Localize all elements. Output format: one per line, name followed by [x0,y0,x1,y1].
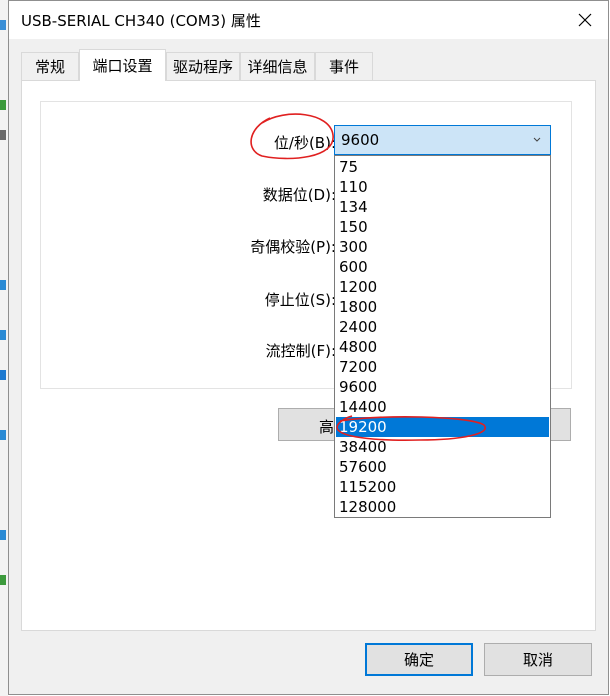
background-icon [0,100,6,110]
window-title: USB-SERIAL CH340 (COM3) 属性 [21,12,261,30]
background-icon [0,370,6,380]
flow-control-label: 流控制(F): [265,342,336,360]
close-icon [578,13,592,27]
baud-rate-option[interactable]: 150 [336,217,549,237]
baud-rate-option[interactable]: 57600 [336,457,549,477]
chevron-down-icon [533,137,541,142]
background-icon [0,280,6,290]
baud-rate-option[interactable]: 19200 [336,417,549,437]
baud-rate-option[interactable]: 75 [336,157,549,177]
background-window-strip [0,0,8,696]
background-icon [0,530,6,540]
baud-rate-option[interactable]: 2400 [336,317,549,337]
baud-rate-option[interactable]: 14400 [336,397,549,417]
baud-rate-option[interactable]: 134 [336,197,549,217]
stop-bits-label: 停止位(S): [264,291,336,309]
ok-button[interactable]: 确定 [365,643,473,676]
tab-general[interactable]: 常规 [21,52,79,80]
tab-details[interactable]: 详细信息 [240,52,315,80]
baud-rate-dropdown-list: 75 110 134 150 300 600 1200 1800 2400 4800 7200 960… [334,155,551,518]
data-bits-label: 数据位(D): [262,186,336,204]
baud-rate-value: 9600 [341,131,380,149]
title-bar: USB-SERIAL CH340 (COM3) 属性 [9,1,608,39]
baud-rate-option[interactable]: 128000 [336,497,549,517]
tab-events[interactable]: 事件 [315,52,373,80]
baud-rate-option[interactable]: 600 [336,257,549,277]
baud-rate-option[interactable]: 115200 [336,477,549,497]
background-icon [0,430,6,440]
baud-rate-option[interactable]: 38400 [336,437,549,457]
baud-rate-option[interactable]: 1200 [336,277,549,297]
baud-rate-option[interactable]: 4800 [336,337,549,357]
properties-dialog: USB-SERIAL CH340 (COM3) 属性 常规 端口设置 驱动程序 … [8,0,609,695]
advanced-button-label: 高 [319,418,335,436]
baud-rate-option[interactable]: 9600 [336,377,549,397]
cancel-button[interactable]: 取消 [484,643,592,676]
background-icon [0,130,6,140]
baud-rate-option[interactable]: 300 [336,237,549,257]
background-icon [0,20,6,30]
close-button[interactable] [562,1,608,39]
baud-rate-option[interactable]: 110 [336,177,549,197]
baud-rate-option[interactable]: 1800 [336,297,549,317]
baud-rate-select[interactable]: 9600 [334,125,551,155]
background-icon [0,575,6,585]
tab-port-settings[interactable]: 端口设置 [79,49,166,81]
parity-label: 奇偶校验(P): [250,238,336,256]
background-icon [0,330,6,340]
baud-rate-option[interactable]: 7200 [336,357,549,377]
baud-rate-label: 位/秒(B): [273,134,336,152]
tab-driver[interactable]: 驱动程序 [166,52,240,80]
